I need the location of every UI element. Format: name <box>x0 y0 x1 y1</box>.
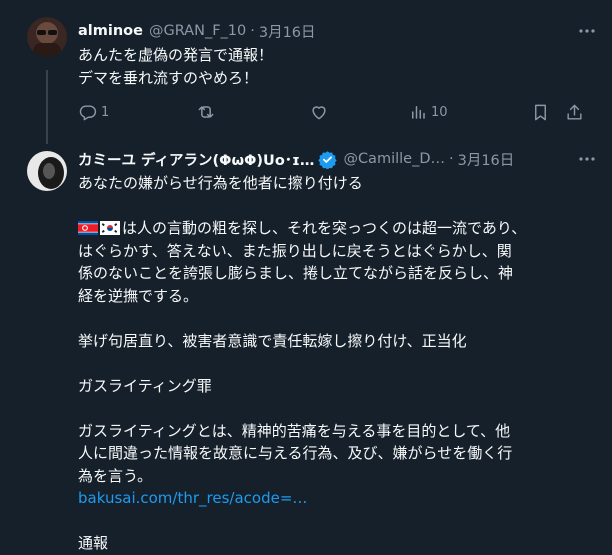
user-handle[interactable]: @GRAN_F_10 <box>149 23 246 39</box>
display-name[interactable]: カミーユ ディアラン(ΦωΦ)Uo･ɪ… <box>78 149 314 170</box>
post-text-line: 経を逆撫でする。 <box>78 286 199 305</box>
post-text-line: は人の言動の粗を探し、それを突っつくのは超一流であり、 <box>78 217 593 240</box>
post-text-line: あなたの嫌がらせ行為を他者に擦り付ける <box>78 174 363 192</box>
post-text-line: 為を言う。 <box>78 466 153 485</box>
post-header: カミーユ ディアラン(ΦωΦ)Uo･ɪ… @Camille_D… · 3月16日 <box>78 148 598 170</box>
post-text-line: 挙げ句居直り、被害者意識で責任転嫁し擦り付け、正当化 <box>78 331 467 350</box>
share-button[interactable] <box>565 103 585 122</box>
views-icon <box>412 106 425 119</box>
post-timestamp[interactable]: 3月16日 <box>458 149 515 170</box>
post-text-line: ガスライティングとは、精神的苦痛を与える事を目的として、他 <box>78 421 511 440</box>
bookmark-icon <box>535 104 546 120</box>
view-count: 10 <box>431 104 448 120</box>
separator-dot: · <box>250 23 255 39</box>
post-camille[interactable]: カミーユ ディアラン(ΦωΦ)Uo･ɪ… @Camille_D… · 3月16日… <box>0 140 612 552</box>
post-text: あんたを虚偽の発言で通報！ デマを垂れ流すのやめろ！ <box>78 44 593 89</box>
post-text-line: 通報 <box>78 534 109 552</box>
avatar[interactable] <box>27 17 67 57</box>
post-text: あなたの嫌がらせ行為を他者に擦り付ける は人の言動の粗を探し、それを突っつくのは… <box>78 172 593 555</box>
verified-badge <box>318 150 338 169</box>
like-button[interactable] <box>309 102 409 122</box>
verified-badge-icon <box>318 150 338 169</box>
more-icon <box>579 157 595 161</box>
reply-count: 1 <box>101 104 110 120</box>
retweet-icon <box>198 106 214 118</box>
separator-dot: · <box>449 151 454 167</box>
post-text-line: ガスライティング罪 <box>78 376 212 395</box>
action-bar: 1 10 <box>78 100 598 124</box>
reply-icon <box>79 104 97 120</box>
retweet-button[interactable] <box>196 102 309 122</box>
post-alminoe[interactable]: alminoe @GRAN_F_10 · 3月16日 あんたを虚偽の発言で通報！… <box>0 0 612 140</box>
bookmark-button[interactable] <box>531 103 565 122</box>
share-icon <box>567 104 582 120</box>
display-name[interactable]: alminoe <box>78 23 143 39</box>
post-text-line: 係のないことを誇張し膨らまし、捲し立てながら話を反らし、神 <box>78 264 514 282</box>
south-korea-flag-icon <box>100 221 120 235</box>
reply-button[interactable]: 1 <box>78 103 196 122</box>
avatar[interactable] <box>27 151 67 191</box>
post-text-line: 人に間違った情報を故意に与える行為、及び、嫌がらせを働く行 <box>78 444 513 462</box>
like-icon <box>312 106 326 120</box>
views-button[interactable]: 10 <box>409 103 531 121</box>
external-link[interactable]: bakusai.com/thr_res/acode=… <box>78 487 593 510</box>
post-header: alminoe @GRAN_F_10 · 3月16日 <box>78 20 598 42</box>
post-text-line: あんたを虚偽の発言で通報！ <box>78 46 274 64</box>
more-options-button[interactable] <box>576 148 598 170</box>
user-handle[interactable]: @Camille_D… <box>343 151 445 167</box>
post-text-line: デマを垂れ流すのやめろ！ <box>78 68 259 87</box>
more-icon <box>579 29 595 33</box>
post-timestamp[interactable]: 3月16日 <box>259 21 316 42</box>
post-text-line: はぐらかす、答えない、また振り出しに戻そうとはぐらかし、関 <box>78 241 512 260</box>
north-korea-flag-icon <box>78 221 98 235</box>
more-options-button[interactable] <box>576 20 598 42</box>
